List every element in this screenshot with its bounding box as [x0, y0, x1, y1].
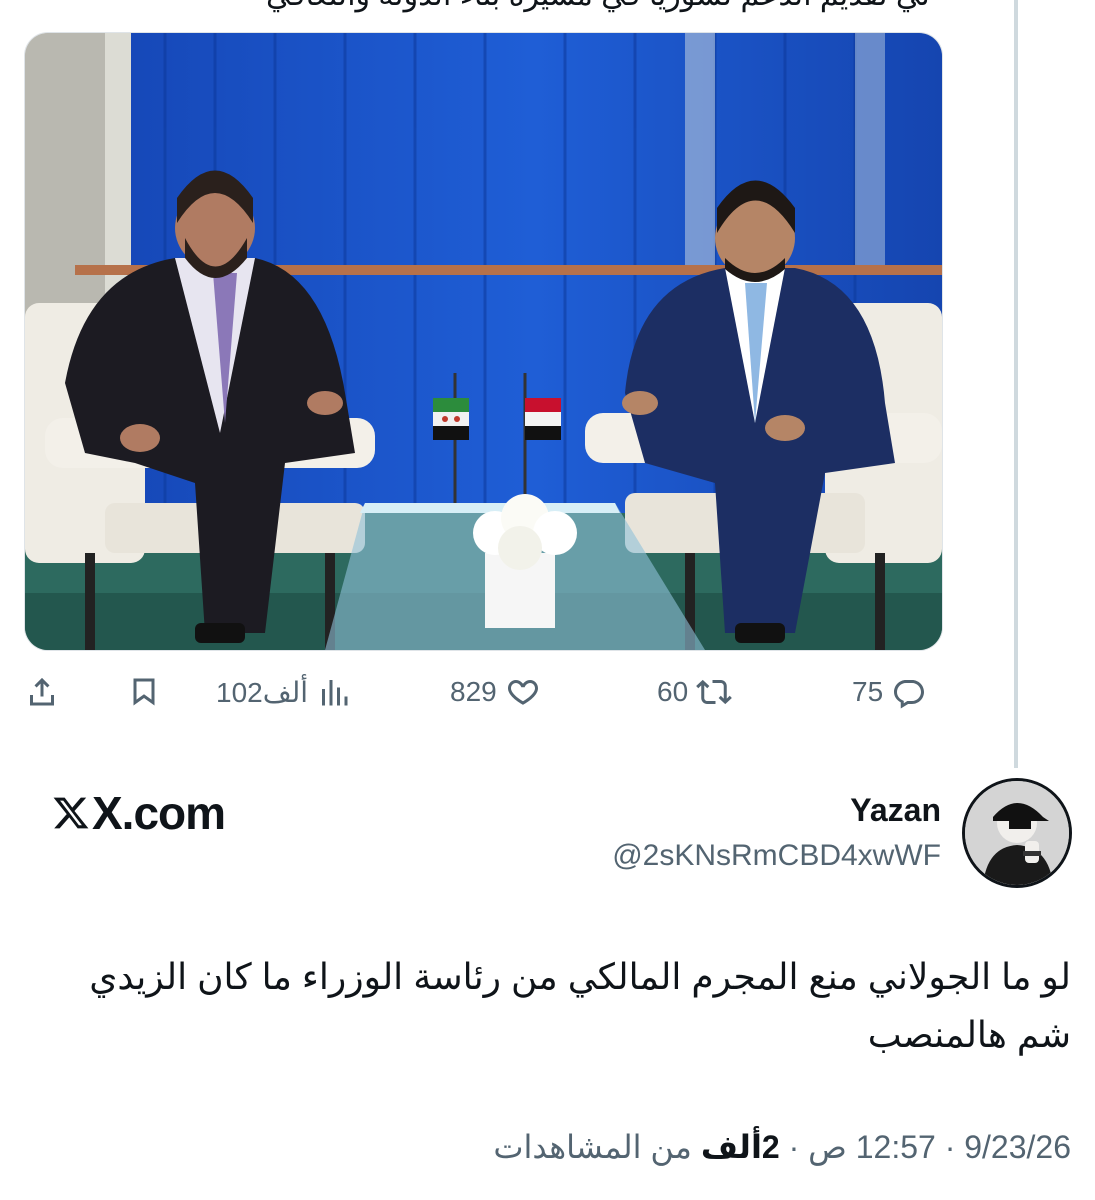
x-com-watermark: X.com: [52, 786, 226, 840]
repost-button[interactable]: 60: [657, 664, 733, 720]
views-button[interactable]: 102ألف: [216, 664, 352, 720]
likes-count: 829: [450, 676, 497, 707]
meeting-photo-illustration: [25, 33, 942, 650]
tweet-date[interactable]: 9/23/26: [964, 1129, 1071, 1165]
author-handle[interactable]: @2sKNsRmCBD4xwWF: [612, 834, 941, 878]
views-count: 102ألف: [216, 676, 309, 708]
reply-icon: [894, 680, 925, 709]
tweet-photo[interactable]: [24, 32, 943, 651]
views-label: من المشاهدات: [493, 1129, 692, 1165]
repost-icon: [696, 679, 733, 705]
meta-separator: ·: [944, 1129, 956, 1165]
truncated-previous-text: لي تقديم الدعم لسوريا في مسيرة بناء الدو…: [0, 0, 1000, 14]
previous-tweet-action-bar: 102ألف 829 60 75: [0, 664, 960, 720]
author-name[interactable]: Yazan: [612, 788, 941, 832]
tweet-body-text: لو ما الجولاني منع المجرم المالكي من رئا…: [89, 956, 1071, 1055]
bookmark-button[interactable]: [126, 664, 162, 720]
replies-count: 75: [852, 676, 884, 707]
previous-tweet-text: لي تقديم الدعم لسوريا في مسيرة بناء الدو…: [266, 0, 930, 13]
watermark-text: X.com: [92, 787, 226, 839]
x-logo-icon: [53, 797, 89, 829]
tweet-time[interactable]: 12:57 ص: [808, 1129, 936, 1165]
tweet-author[interactable]: Yazan @2sKNsRmCBD4xwWF: [612, 788, 941, 878]
bookmark-icon: [133, 678, 155, 706]
views-chart-icon: [322, 680, 348, 706]
tweet-metadata: 9/23/26 · 12:57 ص · 2ألف من المشاهدات: [493, 1128, 1071, 1166]
thread-connector-line: [1014, 0, 1018, 768]
views-total: 2ألف: [700, 1129, 780, 1165]
avatar[interactable]: [962, 778, 1072, 888]
like-heart-icon: [507, 680, 538, 705]
like-button[interactable]: 829: [450, 664, 541, 720]
share-icon: [30, 677, 54, 706]
meta-separator-2: ·: [788, 1129, 800, 1165]
reply-button[interactable]: 75: [852, 664, 927, 720]
avatar-image: [965, 781, 1069, 885]
reposts-count: 60: [657, 676, 689, 707]
share-button[interactable]: [24, 664, 60, 720]
